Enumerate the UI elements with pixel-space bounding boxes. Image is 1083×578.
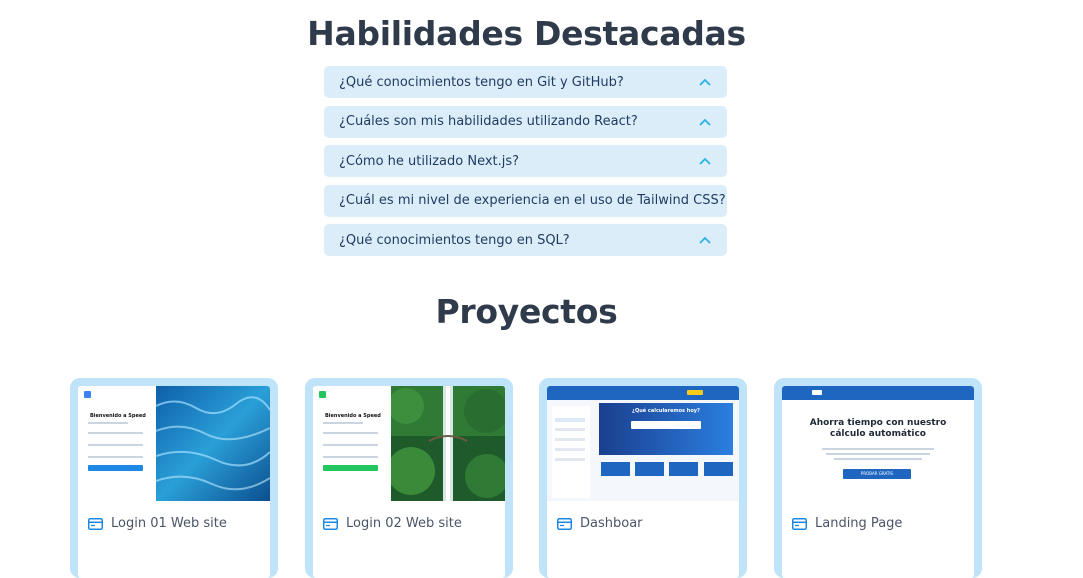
- project-card-login-02[interactable]: Bienvenido a Speed Login 02 Web site: [305, 378, 513, 578]
- faq-item-git[interactable]: ¿Qué conocimientos tengo en Git y GitHub…: [324, 66, 727, 98]
- mock-title: Ahorra tiempo con nuestro cálculo automá…: [809, 418, 947, 439]
- water-photo-icon: [156, 386, 270, 501]
- faq-item-react[interactable]: ¿Cuáles son mis habilidades utilizando R…: [324, 105, 727, 138]
- project-thumbnail: Ahorra tiempo con nuestro cálculo automá…: [782, 386, 974, 501]
- project-card-login-01[interactable]: Bienvenido a Speed Login 01 Web site: [70, 378, 278, 578]
- faq-item-sql[interactable]: ¿Qué conocimientos tengo en SQL?: [324, 224, 727, 256]
- project-card-landing[interactable]: Ahorra tiempo con nuestro cálculo automá…: [774, 378, 982, 578]
- mock-title: Bienvenido a Speed: [325, 413, 381, 419]
- faq-question: ¿Cuál es mi nivel de experiencia en el u…: [339, 193, 726, 208]
- mock-cta: PROBAR GRATIS: [843, 469, 911, 479]
- projects-title: Proyectos: [435, 292, 618, 331]
- waterfall-photo-icon: [391, 386, 505, 501]
- project-thumbnail: Bienvenido a Speed: [78, 386, 270, 501]
- skills-title: Habilidades Destacadas: [307, 14, 746, 53]
- faq-accordion: ¿Qué conocimientos tengo en Git y GitHub…: [324, 66, 727, 264]
- mock-title: Bienvenido a Speed: [90, 413, 146, 419]
- faq-question: ¿Cómo he utilizado Next.js?: [339, 153, 520, 169]
- mock-title: ¿Qué calcularemos hoy?: [632, 408, 700, 414]
- faq-question: ¿Qué conocimientos tengo en SQL?: [339, 232, 570, 248]
- project-card-dashboard[interactable]: ¿Qué calcularemos hoy? Dashboar: [539, 378, 747, 578]
- chevron-up-icon: [699, 78, 711, 86]
- project-thumbnail: ¿Qué calcularemos hoy?: [547, 386, 739, 501]
- project-label: Login 02 Web site: [346, 516, 462, 531]
- project-label: Login 01 Web site: [111, 516, 227, 531]
- project-label: Dashboar: [580, 516, 643, 531]
- faq-item-nextjs[interactable]: ¿Cómo he utilizado Next.js?: [324, 145, 727, 177]
- chevron-up-icon: [699, 236, 711, 244]
- chevron-up-icon: [699, 157, 711, 165]
- browser-card-icon: [792, 517, 807, 530]
- chevron-up-icon: [699, 118, 711, 126]
- browser-card-icon: [88, 517, 103, 530]
- project-label: Landing Page: [815, 516, 903, 531]
- browser-card-icon: [323, 517, 338, 530]
- faq-question: ¿Cuáles son mis habilidades utilizando R…: [339, 114, 638, 129]
- browser-card-icon: [557, 517, 572, 530]
- faq-item-tailwind[interactable]: ¿Cuál es mi nivel de experiencia en el u…: [324, 184, 727, 217]
- faq-question: ¿Qué conocimientos tengo en Git y GitHub…: [339, 74, 624, 90]
- project-thumbnail: Bienvenido a Speed: [313, 386, 505, 501]
